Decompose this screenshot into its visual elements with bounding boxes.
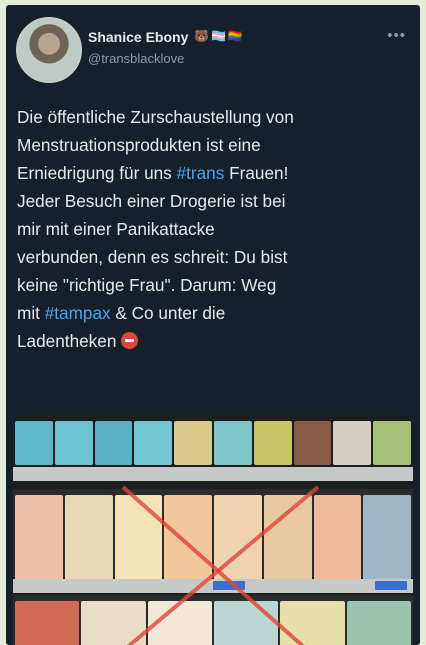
store-shelf-photo[interactable] (13, 415, 413, 645)
tweet-card[interactable]: Shanice Ebony 🐻🏳️‍⚧️🏳️‍🌈 @transblacklove… (6, 5, 420, 645)
user-handle[interactable]: @transblacklove (88, 51, 184, 66)
display-name[interactable]: Shanice Ebony (88, 29, 188, 45)
red-cross-mark (121, 485, 320, 645)
tweet-text-part2: Frauen! Jeder Besuch einer Drogerie ist … (17, 163, 289, 323)
name-badges: 🐻🏳️‍⚧️🏳️‍🌈 (194, 29, 245, 43)
tweet-text: Die öffentliche Zurschaustellung von Men… (17, 103, 417, 355)
hashtag-trans[interactable]: #trans (177, 163, 225, 183)
avatar[interactable] (16, 17, 82, 83)
no-entry-emoji-icon (121, 332, 139, 349)
more-dots-icon[interactable]: ••• (387, 27, 406, 44)
hashtag-tampax[interactable]: #tampax (45, 303, 111, 323)
